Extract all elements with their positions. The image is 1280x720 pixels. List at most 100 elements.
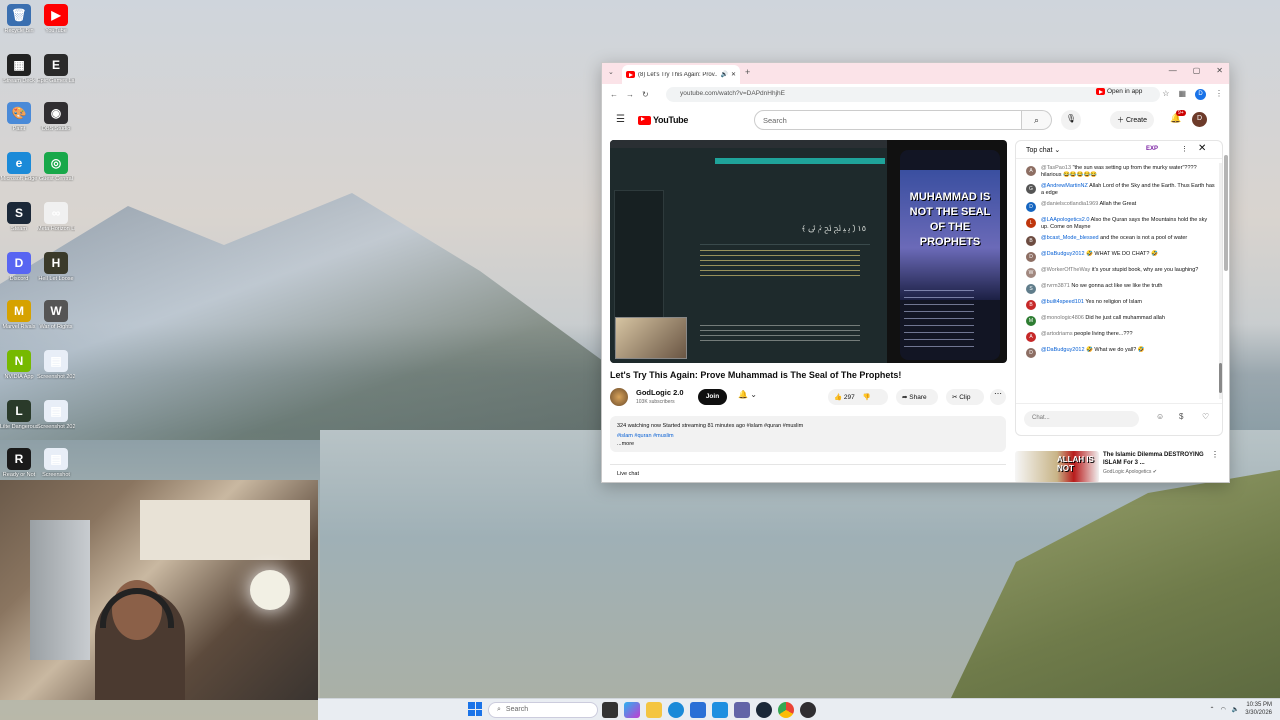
desktop-icon[interactable]: ◉ OBS Studio (37, 98, 75, 132)
recommended-video[interactable]: ALLAH IS NOT The Islamic Dilemma DESTROY… (1015, 449, 1223, 482)
chat-author[interactable]: @monologic4806 (1041, 315, 1084, 321)
desktop-icon[interactable]: D Discord (0, 248, 38, 282)
chat-avatar[interactable]: S (1026, 284, 1036, 294)
chat-avatar[interactable]: W (1026, 268, 1036, 278)
chat-message[interactable]: G @AndrewMartinNZ Allah Lord of the Sky a… (1016, 181, 1216, 199)
youtube-search-input[interactable]: Search (754, 110, 1022, 130)
browser-tab[interactable]: (8) Let's Try This Again: Prov... 🔊 ✕ (622, 65, 740, 84)
teams-icon[interactable] (734, 702, 750, 718)
maximize-icon[interactable]: ▢ (1193, 66, 1201, 75)
desktop-icon[interactable]: 🗑 Recycle Bin (0, 0, 38, 34)
channel-avatar[interactable] (610, 388, 628, 406)
live-chat-label[interactable]: Live chat (610, 464, 1006, 482)
desktop-icon[interactable]: ▦ Stream Deck (0, 50, 38, 84)
chat-avatar[interactable]: A (1026, 332, 1036, 342)
video-player[interactable]: MUHAMMAD IS NOT THE SEAL OF THE PROPHETS (610, 140, 1007, 363)
desktop-icon[interactable]: ▤ Screenshot 2026-01-... (37, 346, 75, 380)
chat-message[interactable]: D @DaBudguy2012 🤣 WHAT WE DO CHAT? 🤣 (1016, 249, 1216, 265)
chat-avatar[interactable]: D (1026, 202, 1036, 212)
voice-search-button[interactable]: 🎙 (1061, 110, 1081, 130)
chat-author[interactable]: @built4speed101 (1041, 299, 1084, 305)
create-button[interactable]: ＋ Create (1110, 111, 1154, 129)
vscode-icon[interactable] (712, 702, 728, 718)
hamburger-menu-icon[interactable]: ☰ (616, 114, 625, 125)
tab-menu-icon[interactable]: ⌄ (608, 68, 614, 76)
chat-message[interactable]: W @WorkerOfTheWay it's your stupid book, … (1016, 265, 1216, 281)
search-button[interactable]: ⌕ (1022, 110, 1052, 130)
notifications-button[interactable]: 🔔 9+ (1170, 110, 1186, 124)
desktop-icon[interactable]: H Hell Let Loose (37, 248, 75, 282)
chat-author[interactable]: @DaBudguy2012 (1041, 347, 1085, 353)
recommended-more-icon[interactable]: ⋮ (1211, 450, 1219, 459)
file-explorer-icon[interactable] (646, 702, 662, 718)
desktop-icon[interactable]: W War of Rights (37, 296, 75, 330)
chat-message[interactable]: D @danielscotlandia1969 Allah the Great (1016, 199, 1216, 215)
back-icon[interactable]: ← (610, 90, 618, 99)
chat-author[interactable]: @DaBudguy2012 (1041, 251, 1085, 257)
channel-name[interactable]: GodLogic 2.0 (636, 388, 684, 397)
browser-menu-icon[interactable]: ⋮ (1215, 89, 1223, 100)
profile-icon[interactable]: D (1195, 89, 1206, 100)
reload-icon[interactable]: ↻ (642, 90, 649, 99)
start-button[interactable] (468, 702, 482, 716)
chat-author[interactable]: @artodriams (1041, 331, 1073, 337)
emoji-icon[interactable]: ☺ (1156, 412, 1164, 421)
like-button[interactable]: 👍 297 (834, 393, 855, 405)
open-in-app-button[interactable]: Open in app (1096, 88, 1142, 95)
chat-message[interactable]: S @rvrm3871 No we gonna act like we like … (1016, 281, 1216, 297)
bookmark-star-icon[interactable]: ☆ (1162, 89, 1169, 100)
more-actions-button[interactable]: ⋯ (990, 389, 1006, 405)
desktop-icon[interactable]: ◎ Guest Central (37, 148, 75, 182)
chat-author[interactable]: @bcast_Mode_blessed (1041, 235, 1099, 241)
minimize-icon[interactable]: — (1169, 66, 1177, 75)
task-view-icon[interactable] (602, 702, 618, 718)
chat-input[interactable]: Chat... (1024, 411, 1139, 427)
subscription-bell-button[interactable]: 🔔 ⌄ (738, 390, 757, 399)
chat-close-icon[interactable]: ✕ (1198, 143, 1206, 154)
new-tab-icon[interactable]: + (745, 67, 750, 77)
chat-author[interactable]: @danielscotlandia1969 (1041, 201, 1098, 207)
desktop-icon[interactable]: L Lilte Dangerous (0, 396, 38, 430)
desktop-icon[interactable]: ▤ Screenshot (37, 444, 75, 478)
chat-scrollbar[interactable] (1219, 163, 1222, 399)
chat-message[interactable]: D @DaBudguy2012 🤣 What we do yall? 🤣 (1016, 345, 1216, 361)
join-button[interactable]: Join (698, 389, 727, 405)
page-scrollbar[interactable] (1224, 135, 1228, 482)
chat-author[interactable]: @LAApologetics2.0 (1041, 217, 1089, 223)
dislike-button[interactable]: 👎 (863, 393, 871, 405)
desktop-icon[interactable]: e Microsoft Edge (0, 148, 38, 182)
chat-author[interactable]: @AndrewMartinNZ (1041, 183, 1088, 189)
share-button[interactable]: ➦ Share (896, 389, 938, 405)
desktop-icon[interactable]: S Steam (0, 198, 38, 232)
obs-icon[interactable] (800, 702, 816, 718)
recommended-title[interactable]: The Islamic Dilemma DESTROYING ISLAM For… (1103, 451, 1213, 467)
chat-avatar[interactable]: B (1026, 236, 1036, 246)
tab-close-icon[interactable]: ✕ (731, 71, 736, 78)
chat-author[interactable]: @WorkerOfTheWay (1041, 267, 1090, 273)
steam-icon[interactable] (756, 702, 772, 718)
edge-icon[interactable] (668, 702, 684, 718)
super-chat-icon[interactable]: $ (1179, 412, 1183, 421)
tray-chevron-icon[interactable]: ⌃ (1210, 706, 1215, 713)
description-box[interactable]: 324 watching now Started streaming 81 mi… (610, 416, 1006, 452)
url-field[interactable]: youtube.com/watch?v=DAPdnHhjhE (666, 87, 1160, 102)
wifi-icon[interactable]: ◠ (1221, 706, 1226, 713)
chat-message[interactable]: B @built4speed101 Yes no religion of Isla… (1016, 297, 1216, 313)
chat-message[interactable]: B @bcast_Mode_blessed and the ocean is no… (1016, 233, 1216, 249)
recommended-thumbnail[interactable]: ALLAH IS NOT (1015, 451, 1099, 482)
desktop-icon[interactable]: N NVIDIA App (0, 346, 38, 380)
desktop-icon[interactable]: M Marvel Rivals (0, 296, 38, 330)
desktop-icon[interactable]: ∞ Meta Horizon Link (37, 198, 75, 232)
chat-message[interactable]: L @LAApologetics2.0 Also the Quran says t… (1016, 215, 1216, 233)
chat-message[interactable]: A @artodriams people living there...??? (1016, 329, 1216, 345)
chat-avatar[interactable]: B (1026, 300, 1036, 310)
desktop-icon[interactable]: ▶ YouTube (37, 0, 75, 34)
top-chat-dropdown[interactable]: Top chat ⌄ (1026, 146, 1060, 154)
youtube-logo[interactable]: YouTube (638, 115, 688, 125)
chat-author[interactable]: @rvrm3871 (1041, 283, 1070, 289)
store-icon[interactable] (690, 702, 706, 718)
account-avatar[interactable]: D (1192, 112, 1207, 127)
chat-message[interactable]: M @monologic4806 Did he just call muhamma… (1016, 313, 1216, 329)
chat-avatar[interactable]: D (1026, 252, 1036, 262)
description-more[interactable]: ...more (617, 441, 999, 447)
